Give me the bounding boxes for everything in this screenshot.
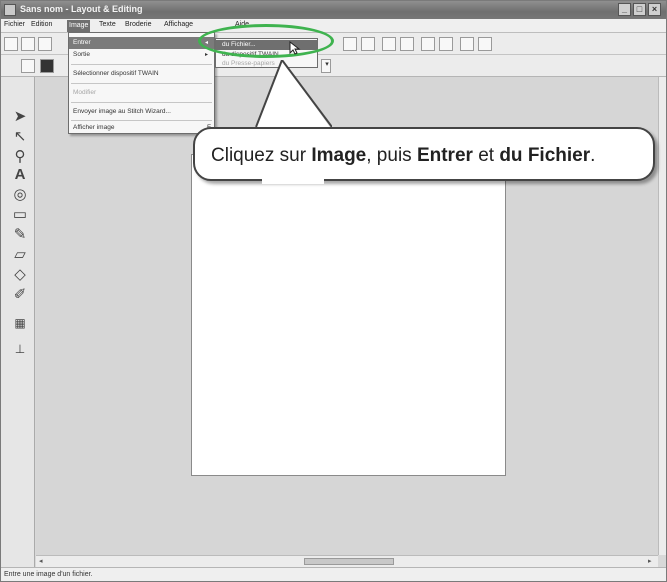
callout-text-part: et (472, 145, 500, 166)
horizontal-scrollbar[interactable]: ◂ ▸ (36, 555, 658, 567)
menu-broderie[interactable]: Broderie (125, 21, 151, 28)
menu-item-select-twain[interactable]: Sélectionner dispositif TWAIN (69, 68, 214, 80)
image-menu-dropdown: Entrer ◂ Sortie ▸ Sélectionner dispositi… (68, 32, 215, 134)
menu-item-afficher-image-label: Afficher image (73, 124, 115, 131)
point-edit-icon[interactable]: ↖ (10, 127, 30, 147)
scroll-right-icon[interactable]: ▸ (648, 557, 652, 565)
callout-text-part: . (590, 145, 596, 166)
shape-circle-icon[interactable]: ◎ (10, 185, 30, 205)
app-icon (4, 4, 16, 16)
callout-bold-image: Image (311, 145, 367, 166)
menu-image[interactable]: Image (67, 20, 91, 32)
thread-color-icon[interactable] (40, 59, 54, 73)
menu-item-sortie-label: Sortie (73, 51, 90, 58)
grid-icon[interactable]: ▦ (10, 313, 30, 333)
menu-item-stitch-wizard[interactable]: Envoyer image au Stitch Wizard... (69, 106, 214, 118)
callout-text-part: , puis (366, 145, 417, 166)
toolbar-icon-5[interactable] (421, 37, 435, 51)
close-button[interactable]: × (648, 3, 661, 16)
menu-separator (71, 64, 212, 65)
status-bar: Entre une image d'un fichier. (1, 567, 666, 581)
save-file-icon[interactable] (38, 37, 52, 51)
instruction-callout: Cliquez sur Image, puis Entrer et du Fic… (193, 127, 655, 181)
new-file-icon[interactable] (4, 37, 18, 51)
mouse-cursor-icon (289, 41, 301, 55)
title-bar: Sans nom - Layout & Editing _ □ × (1, 1, 666, 19)
callout-bold-du-fichier: du Fichier (499, 145, 591, 166)
vertical-scrollbar[interactable] (658, 77, 666, 555)
toolbar-icon-2[interactable] (361, 37, 375, 51)
status-text: Entre une image d'un fichier. (4, 571, 93, 578)
toolbar-icon-3[interactable] (382, 37, 396, 51)
menu-affichage[interactable]: Affichage (164, 21, 193, 28)
menu-item-sortie[interactable]: Sortie ▸ (69, 49, 214, 61)
menu-item-modifier: Modifier (73, 89, 97, 96)
select-arrow-icon[interactable]: ➤ (10, 107, 30, 127)
toolbar-icon-8[interactable] (478, 37, 492, 51)
line-sew-icon[interactable] (21, 59, 35, 73)
callout-text-part: Cliquez sur (211, 145, 312, 166)
callout-text: Cliquez sur Image, puis Entrer et du Fic… (211, 145, 595, 167)
window-title: Sans nom - Layout & Editing (20, 4, 143, 14)
horizontal-scroll-thumb[interactable] (304, 558, 394, 565)
menu-bar: Fichier Edition Image Texte Broderie Aff… (1, 19, 666, 33)
toolbar-icon-7[interactable] (460, 37, 474, 51)
toolbar-icon-4[interactable] (400, 37, 414, 51)
callout-pointer (252, 60, 332, 134)
callout-pointer-joint (262, 178, 324, 184)
zoom-icon[interactable]: ⚲ (10, 147, 30, 167)
toolbar-icon-1[interactable] (343, 37, 357, 51)
menu-fichier[interactable]: Fichier (4, 21, 25, 28)
highlight-ellipse (198, 24, 334, 58)
minimize-button[interactable]: _ (618, 3, 631, 16)
maximize-button[interactable]: □ (633, 3, 646, 16)
tool-panel: ➤ ↖ ⚲ A ◎ ▭ ✎ ▱ ◇ ✐ ▦ ⊥ (1, 77, 35, 567)
menu-item-entrer[interactable]: Entrer ◂ (69, 37, 214, 49)
menu-texte[interactable]: Texte (99, 21, 116, 28)
scroll-left-icon[interactable]: ◂ (39, 557, 43, 565)
menu-separator (71, 120, 212, 121)
menu-item-afficher-image[interactable]: Afficher image F (69, 122, 214, 134)
menu-item-entrer-label: Entrer (73, 39, 91, 46)
shape-rectangle-icon[interactable]: ▭ (10, 205, 30, 225)
open-file-icon[interactable] (21, 37, 35, 51)
text-tool-icon[interactable]: A (10, 165, 30, 185)
ruler-icon[interactable]: ✐ (10, 285, 30, 305)
brush-icon[interactable]: ✎ (10, 225, 30, 245)
menu-edition[interactable]: Edition (31, 21, 52, 28)
menu-separator (71, 83, 212, 84)
stamp-icon[interactable]: ▱ (10, 245, 30, 265)
measure-icon[interactable]: ◇ (10, 265, 30, 285)
menu-separator (71, 102, 212, 103)
stitch-icon[interactable]: ⊥ (10, 339, 30, 359)
toolbar-icon-6[interactable] (439, 37, 453, 51)
callout-bold-entrer: Entrer (416, 145, 473, 166)
design-page[interactable] (191, 154, 506, 476)
submenu-arrow-icon: ▸ (204, 52, 208, 58)
